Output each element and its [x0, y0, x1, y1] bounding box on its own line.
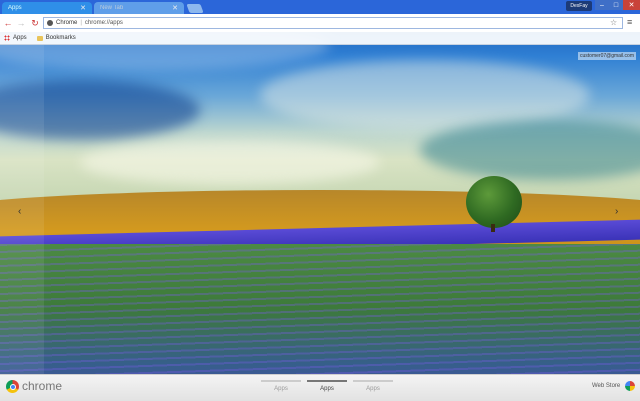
folder-icon — [36, 35, 43, 41]
theme-wallpaper — [0, 0, 640, 400]
page-tab-active[interactable]: Apps — [307, 380, 347, 392]
close-tab-icon[interactable]: ✕ — [172, 4, 178, 12]
page-indicator — [261, 380, 301, 382]
page-tab-label: Apps — [320, 386, 334, 392]
back-arrow-icon[interactable]: ← — [3, 18, 13, 28]
page-indicator — [353, 380, 393, 382]
chrome-page-icon — [47, 20, 53, 26]
url-text[interactable]: chrome://apps — [85, 20, 123, 26]
cloud — [80, 140, 380, 185]
maximize-button[interactable]: □ — [609, 0, 623, 10]
menu-icon[interactable]: ≡ — [627, 17, 632, 27]
left-panel — [0, 45, 44, 375]
next-page-arrow-icon[interactable]: › — [615, 206, 618, 217]
forward-arrow-icon[interactable]: → — [16, 18, 26, 28]
page-switcher: Apps Apps Apps — [258, 380, 396, 392]
address-bar[interactable]: Chrome | chrome://apps — [43, 17, 623, 29]
bottom-bar: chrome Apps Apps Apps Web Store — [0, 374, 640, 401]
tree-trunk — [491, 224, 495, 232]
new-tab-button[interactable] — [186, 4, 204, 13]
profile-button[interactable]: DexFay — [566, 1, 592, 11]
chrome-wordmark: chrome — [22, 379, 63, 393]
site-chip: Chrome — [56, 20, 78, 26]
separator: | — [80, 20, 82, 26]
page-tab[interactable]: Apps — [261, 380, 301, 392]
web-store-link[interactable]: Web Store — [592, 383, 620, 389]
user-email[interactable]: customer07@gmail.com — [578, 52, 636, 60]
tab-new-tab[interactable]: New Tab ✕ — [94, 2, 184, 14]
toolbar: ← → ↻ Chrome | chrome://apps ☆ ≡ — [0, 14, 640, 32]
tab-title: Apps — [8, 5, 22, 11]
apps-grid-icon — [4, 35, 10, 41]
page-tab[interactable]: Apps — [353, 380, 393, 392]
bookmarks-bar: Apps Bookmarks — [0, 32, 640, 45]
bookmark-folder[interactable]: Bookmarks — [36, 35, 76, 41]
chrome-logo-icon — [6, 380, 19, 393]
close-window-button[interactable]: ✕ — [623, 0, 640, 10]
reload-icon[interactable]: ↻ — [30, 18, 40, 28]
bookmark-label: Apps — [13, 35, 27, 41]
tab-apps[interactable]: Apps ✕ — [2, 2, 92, 14]
previous-page-arrow-icon[interactable]: ‹ — [18, 206, 21, 217]
close-tab-icon[interactable]: ✕ — [80, 4, 86, 12]
minimize-button[interactable]: – — [595, 0, 609, 10]
tree — [466, 176, 522, 228]
web-store-icon[interactable] — [625, 381, 635, 391]
bookmark-apps[interactable]: Apps — [4, 35, 27, 41]
bookmark-label: Bookmarks — [45, 35, 76, 41]
page-tab-label: Apps — [274, 386, 288, 392]
page-indicator — [307, 380, 347, 382]
star-icon[interactable]: ☆ — [610, 18, 617, 27]
tab-title: New Tab — [100, 5, 124, 11]
title-bar: Apps ✕ New Tab ✕ DexFay – □ ✕ — [0, 0, 640, 14]
page-tab-label: Apps — [366, 386, 380, 392]
